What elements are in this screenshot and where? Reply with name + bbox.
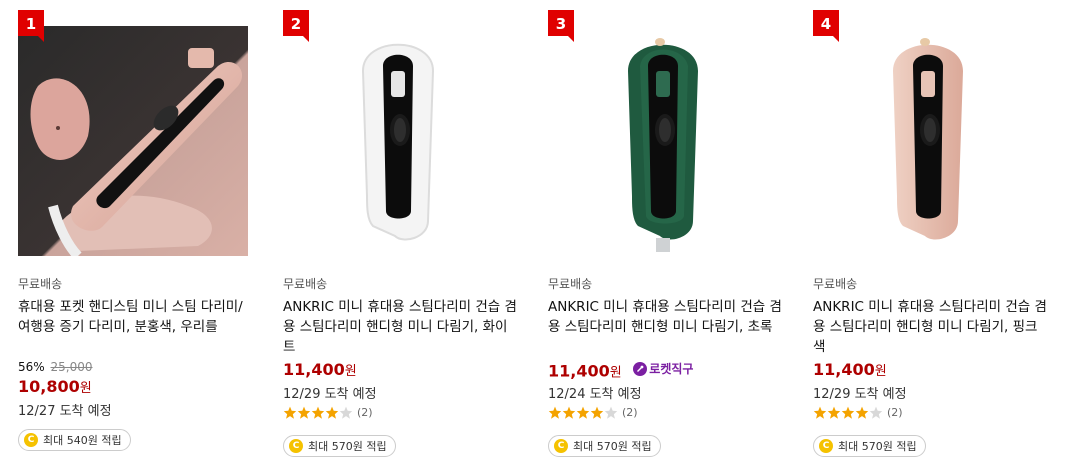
product-image[interactable] bbox=[813, 26, 1043, 256]
star-filled-icon bbox=[311, 406, 325, 419]
star-filled-icon bbox=[841, 406, 855, 419]
free-shipping-label: 무료배송 bbox=[18, 277, 63, 291]
discount-rate: 56% bbox=[18, 360, 45, 374]
product-image[interactable] bbox=[18, 26, 248, 256]
coin-icon: C bbox=[819, 439, 833, 453]
cashback-badge: C 최대 540원 적립 bbox=[18, 429, 131, 451]
rank-badge: 3 bbox=[548, 10, 574, 42]
price-value: 10,800 bbox=[18, 377, 80, 396]
product-title[interactable]: ANKRIC 미니 휴대용 스팀다리미 건습 겸용 스팀다리미 핸디형 미니 다… bbox=[283, 297, 519, 357]
coin-icon: C bbox=[289, 439, 303, 453]
star-filled-icon bbox=[562, 406, 576, 419]
star-filled-icon bbox=[548, 406, 562, 419]
star-filled-icon bbox=[297, 406, 311, 419]
delivery-estimate: 12/27 도착 예정 bbox=[18, 404, 112, 419]
price: 10,800원 bbox=[18, 377, 92, 396]
review-count[interactable]: (2) bbox=[887, 406, 903, 419]
price: 11,400원 bbox=[283, 360, 357, 379]
cashback-label: 최대 570원 적립 bbox=[308, 440, 387, 453]
review-count[interactable]: (2) bbox=[622, 406, 638, 419]
product-card[interactable]: 4 무료배송 ANKRIC 미니 휴대용 스팀다리미 건습 겸용 스팀다리미 핸… bbox=[813, 0, 1047, 471]
free-shipping-label: 무료배송 bbox=[283, 277, 328, 291]
star-rating bbox=[548, 406, 618, 419]
star-empty-icon bbox=[604, 406, 618, 419]
product-card[interactable]: 3 무료배송 ANKRIC 미니 휴대용 스팀다리미 건습 겸용 스팀다리미 핸… bbox=[548, 0, 782, 471]
star-filled-icon bbox=[283, 406, 297, 419]
cashback-badge: C 최대 570원 적립 bbox=[283, 435, 396, 457]
cashback-badge: C 최대 570원 적립 bbox=[813, 435, 926, 457]
product-card[interactable]: 1 무료배송 휴대용 포켓 핸디스팀 미니 스팀 다리미/여행용 증기 다리미,… bbox=[18, 0, 250, 471]
rank-badge: 4 bbox=[813, 10, 839, 42]
star-filled-icon bbox=[325, 406, 339, 419]
price-unit: 원 bbox=[874, 364, 887, 379]
product-image[interactable] bbox=[283, 26, 513, 256]
cashback-label: 최대 570원 적립 bbox=[838, 440, 917, 453]
product-title[interactable]: 휴대용 포켓 핸디스팀 미니 스팀 다리미/여행용 증기 다리미, 분홍색, 우… bbox=[18, 297, 254, 337]
cashback-label: 최대 540원 적립 bbox=[43, 434, 122, 447]
rocket-direct-label: 로켓직구 bbox=[649, 362, 694, 376]
product-image[interactable] bbox=[548, 26, 778, 256]
star-filled-icon bbox=[827, 406, 841, 419]
original-price: 25,000 bbox=[50, 360, 93, 374]
cashback-label: 최대 570원 적립 bbox=[573, 440, 652, 453]
price: 11,400원 bbox=[813, 360, 887, 379]
star-empty-icon bbox=[339, 406, 353, 419]
price-unit: 원 bbox=[79, 381, 92, 396]
discount-row: 56% 25,000 bbox=[18, 360, 93, 374]
star-filled-icon bbox=[855, 406, 869, 419]
free-shipping-label: 무료배송 bbox=[548, 277, 593, 291]
price-value: 11,400 bbox=[813, 360, 875, 379]
free-shipping-label: 무료배송 bbox=[813, 277, 858, 291]
rating: (2) bbox=[813, 406, 903, 419]
coin-icon: C bbox=[24, 433, 38, 447]
price-unit: 원 bbox=[609, 365, 622, 381]
star-rating bbox=[283, 406, 353, 419]
cashback-badge: C 최대 570원 적립 bbox=[548, 435, 661, 457]
rocket-direct-badge: 로켓직구 bbox=[633, 360, 693, 377]
star-rating bbox=[813, 406, 883, 419]
product-card[interactable]: 2 무료배송 ANKRIC 미니 휴대용 스팀다리미 건습 겸용 스팀다리미 핸… bbox=[283, 0, 517, 471]
rating: (2) bbox=[283, 406, 373, 419]
delivery-estimate: 12/24 도착 예정 bbox=[548, 387, 642, 402]
product-title[interactable]: ANKRIC 미니 휴대용 스팀다리미 건습 겸용 스팀다리미 핸디형 미니 다… bbox=[813, 297, 1049, 357]
review-count[interactable]: (2) bbox=[357, 406, 373, 419]
price-value: 11,400 bbox=[283, 360, 345, 379]
star-filled-icon bbox=[813, 406, 827, 419]
price-unit: 원 bbox=[344, 364, 357, 379]
rating: (2) bbox=[548, 406, 638, 419]
star-filled-icon bbox=[576, 406, 590, 419]
star-empty-icon bbox=[869, 406, 883, 419]
rocket-icon bbox=[633, 361, 648, 376]
rank-badge: 2 bbox=[283, 10, 309, 42]
delivery-estimate: 12/29 도착 예정 bbox=[813, 387, 907, 402]
price-value: 11,400 bbox=[548, 361, 610, 381]
price: 11,400원 로켓직구 bbox=[548, 360, 693, 381]
delivery-estimate: 12/29 도착 예정 bbox=[283, 387, 377, 402]
rank-badge: 1 bbox=[18, 10, 44, 42]
coin-icon: C bbox=[554, 439, 568, 453]
star-filled-icon bbox=[590, 406, 604, 419]
product-title[interactable]: ANKRIC 미니 휴대용 스팀다리미 건습 겸용 스팀다리미 핸디형 미니 다… bbox=[548, 297, 784, 337]
